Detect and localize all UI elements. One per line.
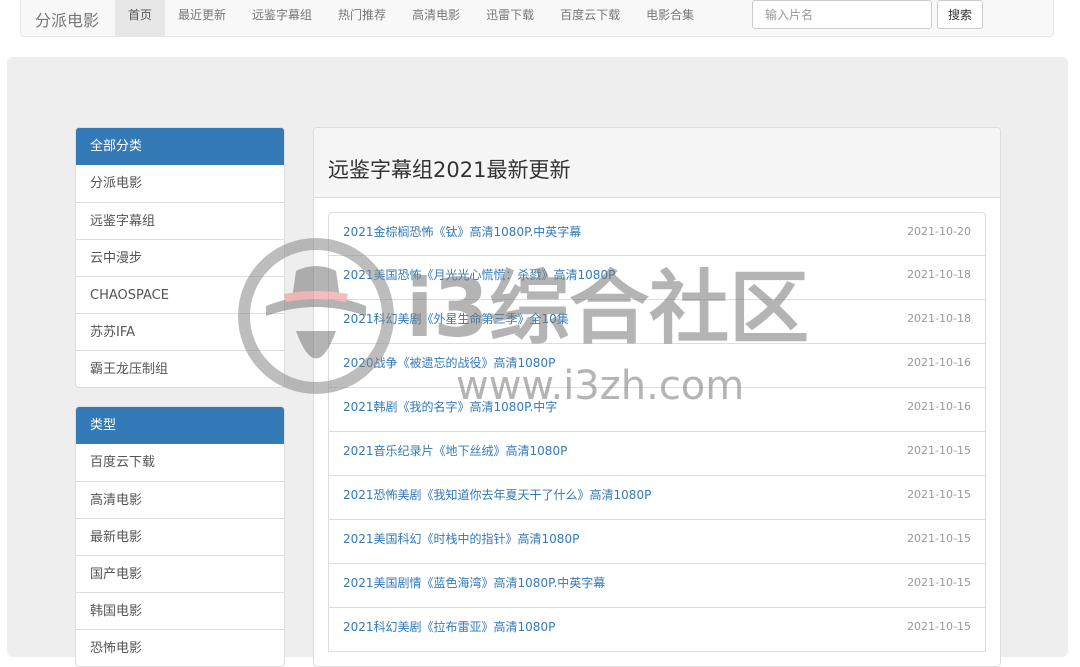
list-item: 2021恐怖美剧《我知道你去年夏天干了什么》高清1080P 2021-10-15 — [328, 476, 986, 520]
type-panel: 类型 百度云下载 高清电影 最新电影 国产电影 韩国电影 恐怖电影 — [75, 406, 285, 667]
type-item[interactable]: 最新电影 — [76, 518, 284, 555]
news-link[interactable]: 2021韩剧《我的名字》高清1080P.中字 — [343, 388, 557, 426]
type-item[interactable]: 恐怖电影 — [76, 629, 284, 666]
news-list: 2021金棕榈恐怖《钛》高清1080P.中英字幕 2021-10-20 2021… — [328, 212, 986, 652]
type-heading: 类型 — [76, 407, 284, 444]
category-item[interactable]: 霸王龙压制组 — [76, 350, 284, 387]
category-item[interactable]: 分派电影 — [76, 165, 284, 202]
news-link[interactable]: 2021科幻美剧《拉布雷亚》高清1080P — [343, 608, 555, 646]
category-item[interactable]: 苏苏IFA — [76, 313, 284, 350]
list-item: 2020战争《被遗忘的战役》高清1080P 2021-10-16 — [328, 344, 986, 388]
news-date: 2021-10-16 — [907, 356, 971, 369]
news-date: 2021-10-15 — [907, 444, 971, 457]
list-item: 2021美国恐怖《月光光心慌慌：杀戮》高清1080P 2021-10-18 — [328, 256, 986, 300]
nav-item-popular[interactable]: 热门推荐 — [325, 0, 399, 36]
type-item[interactable]: 高清电影 — [76, 481, 284, 518]
nav-item-thunder[interactable]: 迅雷下载 — [473, 0, 547, 36]
news-date: 2021-10-15 — [907, 576, 971, 589]
news-date: 2021-10-18 — [907, 268, 971, 281]
nav-menu: 首页 最近更新 远鉴字幕组 热门推荐 高清电影 迅雷下载 百度云下载 电影合集 — [115, 0, 707, 36]
list-item: 2021科幻美剧《外星生命第三季》全10集 2021-10-18 — [328, 300, 986, 344]
category-item[interactable]: 云中漫步 — [76, 239, 284, 276]
search-input[interactable] — [752, 0, 932, 29]
brand-logo[interactable]: 分派电影 — [35, 7, 99, 31]
nav-item-home[interactable]: 首页 — [115, 0, 166, 36]
news-date: 2021-10-16 — [907, 400, 971, 413]
type-item[interactable]: 百度云下载 — [76, 444, 284, 481]
news-panel: 远鉴字幕组2021最新更新 2021金棕榈恐怖《钛》高清1080P.中英字幕 2… — [313, 127, 1001, 667]
nav-item-recent[interactable]: 最近更新 — [165, 0, 239, 36]
search-button[interactable]: 搜索 — [937, 0, 983, 29]
news-link[interactable]: 2021恐怖美剧《我知道你去年夏天干了什么》高清1080P — [343, 476, 651, 514]
news-link[interactable]: 2021金棕榈恐怖《钛》高清1080P.中英字幕 — [343, 213, 581, 251]
navbar: 分派电影 首页 最近更新 远鉴字幕组 热门推荐 高清电影 迅雷下载 百度云下载 … — [20, 0, 1054, 37]
type-item[interactable]: 国产电影 — [76, 555, 284, 592]
news-date: 2021-10-15 — [907, 488, 971, 501]
news-link[interactable]: 2021美国恐怖《月光光心慌慌：杀戮》高清1080P — [343, 256, 615, 294]
news-date: 2021-10-15 — [907, 532, 971, 545]
news-link[interactable]: 2021音乐纪录片《地下丝绒》高清1080P — [343, 432, 567, 470]
news-date: 2021-10-20 — [907, 225, 971, 238]
list-item: 2021美国科幻《时栈中的指针》高清1080P 2021-10-15 — [328, 520, 986, 564]
nav-item-baidu[interactable]: 百度云下载 — [547, 0, 633, 36]
nav-item-yuanjian[interactable]: 远鉴字幕组 — [239, 0, 325, 36]
news-link[interactable]: 2021美国科幻《时栈中的指针》高清1080P — [343, 520, 579, 558]
page-title: 远鉴字幕组2021最新更新 — [328, 158, 571, 182]
list-item: 2021金棕榈恐怖《钛》高清1080P.中英字幕 2021-10-20 — [328, 212, 986, 256]
list-item: 2021音乐纪录片《地下丝绒》高清1080P 2021-10-15 — [328, 432, 986, 476]
type-item[interactable]: 韩国电影 — [76, 592, 284, 629]
news-link[interactable]: 2020战争《被遗忘的战役》高清1080P — [343, 344, 555, 382]
news-date: 2021-10-18 — [907, 312, 971, 325]
news-date: 2021-10-15 — [907, 620, 971, 633]
category-item[interactable]: 远鉴字幕组 — [76, 202, 284, 239]
nav-item-collection[interactable]: 电影合集 — [633, 0, 707, 36]
list-item: 2021美国剧情《蓝色海湾》高清1080P.中英字幕 2021-10-15 — [328, 564, 986, 608]
category-item[interactable]: CHAOSPACE — [76, 276, 284, 313]
nav-item-hd[interactable]: 高清电影 — [399, 0, 473, 36]
list-item: 2021科幻美剧《拉布雷亚》高清1080P 2021-10-15 — [328, 608, 986, 652]
list-item: 2021韩剧《我的名字》高清1080P.中字 2021-10-16 — [328, 388, 986, 432]
category-heading: 全部分类 — [76, 128, 284, 165]
news-link[interactable]: 2021科幻美剧《外星生命第三季》全10集 — [343, 300, 569, 338]
category-panel: 全部分类 分派电影 远鉴字幕组 云中漫步 CHAOSPACE 苏苏IFA 霸王龙… — [75, 127, 285, 388]
news-panel-heading: 远鉴字幕组2021最新更新 — [314, 128, 1000, 198]
news-link[interactable]: 2021美国剧情《蓝色海湾》高清1080P.中英字幕 — [343, 564, 605, 602]
